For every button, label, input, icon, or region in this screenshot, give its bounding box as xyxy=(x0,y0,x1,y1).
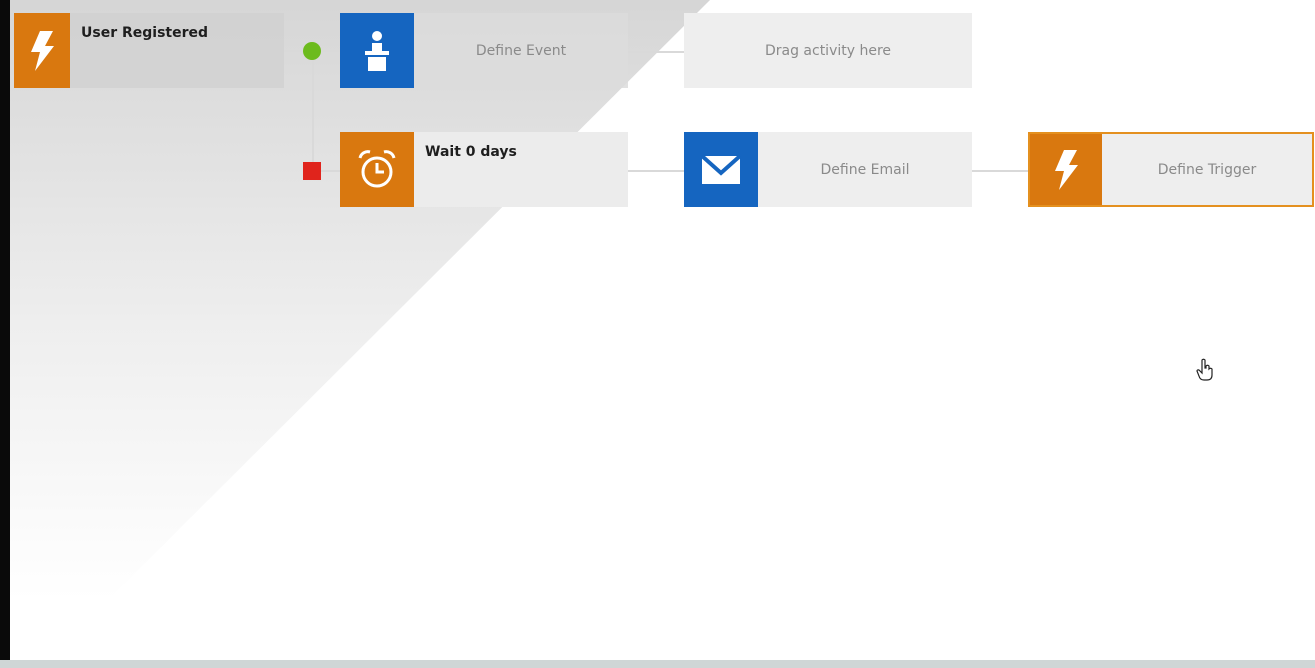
wait-icon-box xyxy=(340,132,414,207)
journey-canvas: User Registered Define Event Drag activi… xyxy=(0,0,1315,668)
bottom-scroll-area xyxy=(0,660,1315,668)
connector-line xyxy=(628,170,684,172)
background-gradient xyxy=(10,0,710,600)
wait-label: Wait 0 days xyxy=(425,144,517,160)
trigger-icon-box xyxy=(1030,134,1102,205)
no-branch-marker[interactable] xyxy=(303,162,321,180)
define-event-label: Define Event xyxy=(475,42,567,59)
connector-line xyxy=(312,60,314,170)
envelope-icon xyxy=(701,154,741,184)
alarm-clock-icon xyxy=(358,149,396,187)
wait-node[interactable]: Wait 0 days xyxy=(340,132,628,207)
hand-cursor-icon xyxy=(1196,358,1213,381)
define-trigger-label: Define Trigger xyxy=(1157,161,1257,178)
lightning-icon xyxy=(31,30,54,71)
define-email-node[interactable]: Define Email xyxy=(684,132,972,207)
left-edge xyxy=(0,0,10,668)
yes-branch-marker[interactable] xyxy=(303,42,321,60)
define-trigger-node[interactable]: Define Trigger xyxy=(1028,132,1314,207)
define-email-label: Define Email xyxy=(820,161,910,178)
drop-zone[interactable]: Drag activity here xyxy=(684,13,972,88)
drop-zone-label: Drag activity here xyxy=(764,42,892,59)
define-event-node[interactable]: Define Event xyxy=(340,13,628,88)
user-registered-node[interactable]: User Registered xyxy=(14,13,284,88)
email-icon-box xyxy=(684,132,758,207)
connector-line xyxy=(628,51,684,53)
lightning-icon xyxy=(1055,149,1078,190)
event-icon-box xyxy=(340,13,414,88)
trigger-icon-box xyxy=(14,13,70,88)
presenter-icon xyxy=(365,30,389,71)
user-registered-label: User Registered xyxy=(81,25,209,41)
connector-line xyxy=(972,170,1028,172)
